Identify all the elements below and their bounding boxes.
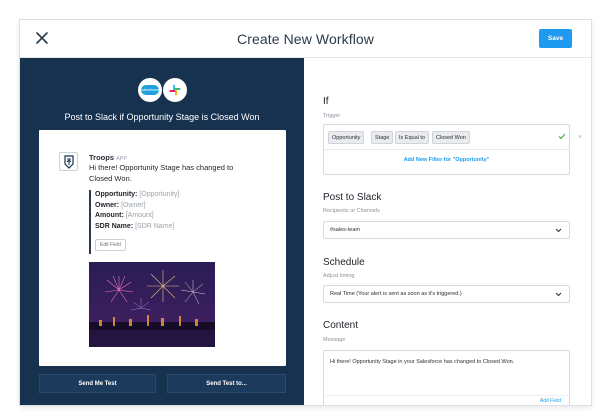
- timing-label: Adjust timing: [323, 273, 355, 279]
- send-test-to-button[interactable]: Send Test to...: [167, 374, 286, 393]
- field-sdr-name: SDR Name: [SDR Name]: [95, 222, 219, 233]
- field-placeholder: [SDR Name]: [135, 222, 175, 230]
- field-placeholder: [Opportunity]: [139, 191, 180, 198]
- edit-field-button[interactable]: Edit Field: [95, 239, 126, 251]
- field-opportunity: Opportunity: [Opportunity]: [95, 190, 219, 201]
- field-label: Owner:: [95, 201, 120, 209]
- field-label: SDR Name:: [95, 222, 134, 230]
- field-amount: Amount: [Amount]: [95, 211, 219, 222]
- chip-field[interactable]: Stage: [371, 131, 394, 144]
- app-name: Troops APP: [89, 153, 127, 162]
- workflow-summary: Post to Slack if Opportunity Stage is Cl…: [64, 112, 260, 122]
- field-placeholder: [Owner]: [121, 201, 146, 209]
- chevron-down-icon: [555, 292, 562, 297]
- divider: [324, 149, 569, 150]
- if-section-title: If: [323, 96, 329, 107]
- field-label: Opportunity:: [95, 191, 138, 198]
- chip-object[interactable]: Opportunity: [328, 131, 365, 144]
- channel-select[interactable]: #sales-team: [323, 221, 570, 239]
- add-filter-link[interactable]: Add New Filter for "Opportunity": [324, 157, 569, 163]
- workflow-form: If Trigger Opportunity Stage Is Equal to…: [304, 58, 591, 405]
- message-fields: Opportunity: [Opportunity] Owner: [Owner…: [89, 190, 219, 254]
- workflow-modal: Create New Workflow Save salesforce Post…: [20, 20, 591, 405]
- post-section-title: Post to Slack: [323, 192, 382, 203]
- send-me-test-button[interactable]: Send Me Test: [39, 374, 156, 393]
- divider: [324, 395, 569, 396]
- fireworks-image: [89, 262, 215, 347]
- message-value: Hi there! Opportunity Stage in your Sale…: [330, 359, 515, 365]
- remove-filter-icon[interactable]: ×: [578, 134, 582, 141]
- chip-value[interactable]: Closed Won: [432, 131, 470, 144]
- channel-value: #sales-team: [330, 227, 360, 233]
- message-textarea[interactable]: Hi there! Opportunity Stage in your Sale…: [323, 350, 570, 405]
- page-title: Create New Workflow: [236, 31, 374, 47]
- add-field-link[interactable]: Add Field: [540, 398, 561, 404]
- timing-select[interactable]: Real Time (Your alert is sent as soon as…: [323, 285, 570, 303]
- trigger-box: Opportunity Stage Is Equal to Closed Won…: [323, 124, 570, 175]
- schedule-section-title: Schedule: [323, 257, 365, 268]
- troops-logo-icon: [59, 152, 78, 171]
- content-section-title: Content: [323, 320, 359, 331]
- salesforce-logo-text: salesforce: [141, 85, 159, 95]
- field-owner: Owner: [Owner]: [95, 201, 219, 212]
- slack-message-preview: Troops APP Hi there! Opportunity Stage ha…: [39, 130, 286, 366]
- chip-operator[interactable]: Is Equal to: [395, 131, 429, 144]
- chevron-down-icon: [555, 228, 562, 233]
- integration-logos: salesforce: [138, 78, 188, 102]
- timing-value: Real Time (Your alert is sent as soon as…: [330, 291, 462, 297]
- field-label: Amount:: [95, 212, 124, 219]
- slack-icon: [163, 78, 187, 102]
- check-icon: [558, 133, 566, 140]
- preview-panel: salesforce Post to Slack if Opportunity …: [20, 58, 304, 405]
- save-button[interactable]: Save: [539, 29, 572, 48]
- modal-header: Create New Workflow Save: [20, 20, 591, 58]
- app-name-label: Troops: [89, 153, 115, 162]
- trigger-label: Trigger: [323, 113, 341, 119]
- field-placeholder: [Amount]: [125, 212, 154, 219]
- message-label: Message: [323, 337, 346, 343]
- recipients-label: Recipients or Channels: [323, 208, 380, 214]
- salesforce-icon: salesforce: [138, 78, 162, 102]
- message-text: Hi there! Opportunity Stage has changed …: [89, 163, 234, 183]
- app-badge: APP: [116, 156, 128, 162]
